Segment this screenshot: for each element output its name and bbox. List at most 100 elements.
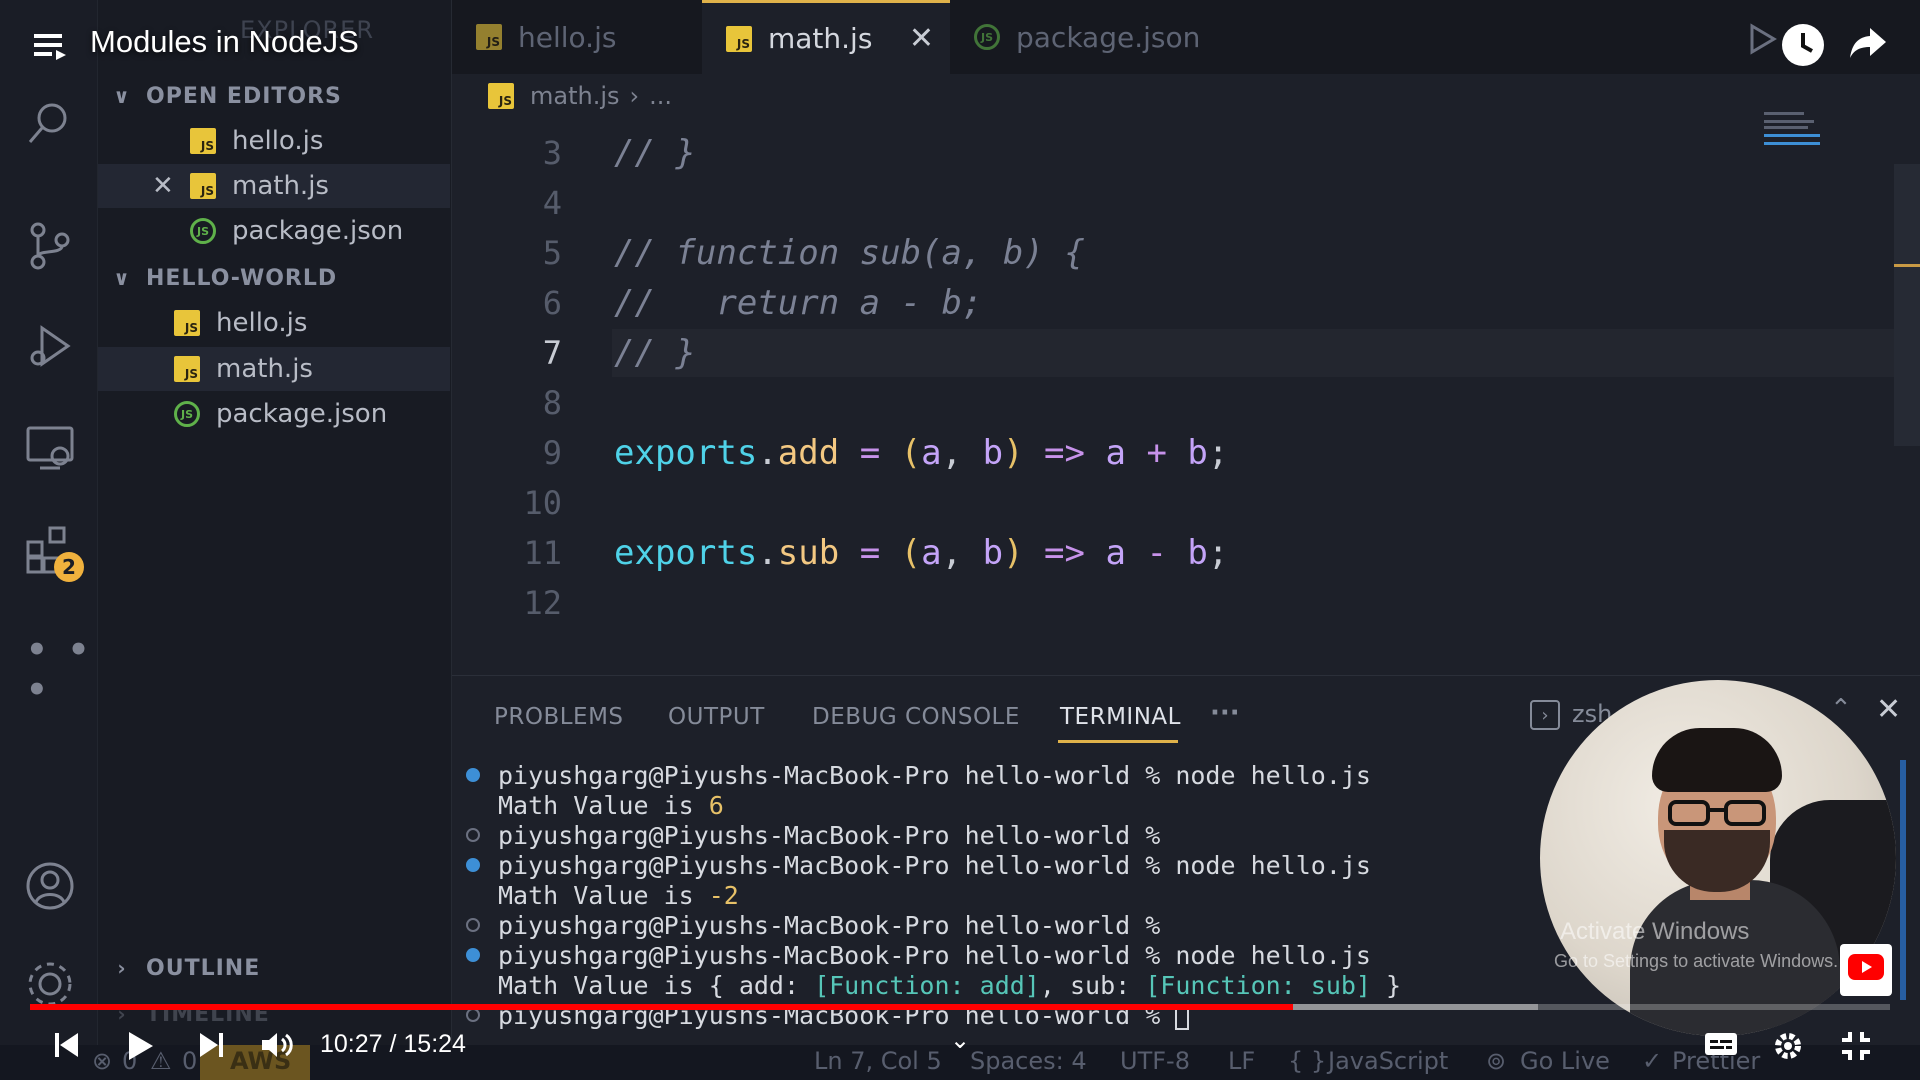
run-debug-icon[interactable]: [22, 318, 78, 374]
code-token: >: [1064, 433, 1085, 473]
warning-count[interactable]: 0: [182, 1047, 197, 1075]
chevron-down-icon[interactable]: ⌄: [950, 1026, 970, 1054]
more-icon[interactable]: ···: [1210, 698, 1240, 728]
minimap[interactable]: [1764, 112, 1844, 172]
code-line: 5 // function sub(a, b) {: [542, 233, 1085, 273]
terminal-icon[interactable]: ›: [1530, 700, 1560, 730]
code-token: ): [1003, 433, 1024, 473]
tab-debug-console[interactable]: DEBUG CONSOLE: [812, 704, 1020, 730]
next-icon[interactable]: [196, 1030, 226, 1060]
playlist-menu-icon[interactable]: [32, 28, 68, 64]
extensions-icon[interactable]: 2: [22, 522, 84, 582]
code-token: b: [982, 433, 1004, 473]
tab-math-js[interactable]: JS math.js ✕: [702, 0, 950, 74]
code-line: 9 exports.add = (a, b) => a + b;: [542, 433, 1229, 473]
error-icon[interactable]: ⊗: [92, 1047, 112, 1075]
js-file-icon: JS: [726, 25, 752, 52]
terminal-scrollbar[interactable]: [1900, 760, 1906, 1000]
close-icon[interactable]: ✕: [909, 21, 934, 56]
explorer-sidebar: EXPLORER ∨ OPEN EDITORS JS hello.js ✕ JS…: [98, 0, 452, 1045]
cursor-position[interactable]: Ln 7, Col 5: [814, 1047, 942, 1075]
command-idle-dot: [466, 918, 480, 932]
code-token: a: [1105, 433, 1126, 473]
video-title[interactable]: Modules in NodeJS: [90, 24, 359, 60]
command-success-dot: [466, 768, 480, 782]
open-editor-math-js[interactable]: ✕ JS math.js: [98, 164, 450, 208]
code-token: b: [1187, 433, 1208, 473]
account-icon[interactable]: [22, 858, 78, 914]
source-control-icon[interactable]: [22, 218, 78, 274]
video-time: 10:27 / 15:24: [320, 1030, 466, 1058]
js-file-icon: JS: [174, 356, 200, 382]
code-token: (: [900, 433, 922, 473]
active-tab-indicator: [1058, 740, 1178, 743]
glasses-icon: [1668, 800, 1766, 826]
outline-header[interactable]: › OUTLINE: [108, 948, 260, 988]
file-package-json[interactable]: JS package.json: [98, 392, 450, 436]
go-live[interactable]: Go Live: [1520, 1047, 1610, 1075]
code-line: 3 // }: [542, 133, 696, 173]
close-icon[interactable]: ✕: [152, 171, 174, 201]
file-math-js[interactable]: JS math.js: [98, 347, 450, 391]
remote-explorer-icon[interactable]: [22, 420, 78, 476]
editor-area: JS hello.js JS math.js ✕ JS package.json…: [452, 0, 1920, 675]
tab-hello-js[interactable]: JS hello.js: [452, 0, 702, 74]
open-editors-header[interactable]: ∨ OPEN EDITORS: [108, 76, 342, 116]
youtube-subscribe-icon[interactable]: [1840, 944, 1892, 996]
tab-terminal[interactable]: TERMINAL: [1060, 704, 1181, 730]
more-icon[interactable]: • • •: [26, 630, 97, 710]
close-icon[interactable]: ✕: [1876, 692, 1901, 727]
encoding[interactable]: UTF-8: [1120, 1047, 1190, 1075]
js-file-icon: JS: [174, 310, 200, 336]
code-token: add: [777, 433, 840, 473]
code-token: -: [1146, 533, 1167, 573]
tab-output[interactable]: OUTPUT: [668, 704, 765, 730]
open-editor-hello-js[interactable]: JS hello.js: [98, 119, 450, 163]
breadcrumb[interactable]: JS math.js › ...: [488, 76, 672, 116]
timeline-header[interactable]: › TIMELINE: [108, 994, 270, 1034]
code-token: (: [900, 533, 922, 573]
code-line: 10: [523, 484, 562, 522]
js-file-icon: JS: [190, 173, 216, 199]
workspace-header[interactable]: ∨ HELLO-WORLD: [108, 258, 337, 298]
run-icon[interactable]: [1748, 22, 1778, 56]
line-ending[interactable]: LF: [1228, 1047, 1255, 1075]
command-idle-dot: [466, 1008, 480, 1022]
captions-icon[interactable]: [1704, 1030, 1738, 1058]
code-token: a: [1105, 533, 1126, 573]
chevron-right-icon: ›: [629, 82, 640, 110]
file-hello-js[interactable]: JS hello.js: [98, 301, 450, 345]
volume-icon[interactable]: [260, 1030, 296, 1060]
play-icon[interactable]: [124, 1030, 156, 1062]
code-line: 8: [542, 384, 562, 422]
previous-icon[interactable]: [52, 1030, 82, 1060]
settings-icon[interactable]: [1772, 1030, 1804, 1062]
code-token: a: [921, 533, 942, 573]
tab-package-json[interactable]: JS package.json: [950, 0, 1240, 74]
command-idle-dot: [466, 828, 480, 842]
windows-watermark-title: Activate Windows: [1560, 918, 1750, 945]
progress-played: [30, 1004, 1293, 1010]
language-mode[interactable]: JavaScript: [1328, 1047, 1448, 1075]
watch-later-icon[interactable]: [1782, 24, 1824, 66]
presenter-hair: [1652, 728, 1782, 792]
share-icon[interactable]: [1848, 26, 1888, 60]
chevron-down-icon: ∨: [113, 84, 131, 108]
indentation[interactable]: Spaces: 4: [970, 1047, 1087, 1075]
open-editor-package-json[interactable]: JS package.json: [98, 209, 450, 253]
js-file-icon: JS: [476, 24, 502, 50]
code-token: b: [1187, 533, 1208, 573]
tab-problems[interactable]: PROBLEMS: [494, 704, 624, 730]
command-success-dot: [466, 858, 480, 872]
editor-scrollbar[interactable]: [1894, 164, 1920, 446]
js-file-icon: JS: [488, 83, 514, 109]
search-icon[interactable]: [22, 96, 78, 152]
windows-watermark-subtitle: Go to Settings to activate Windows.: [1554, 951, 1839, 971]
extensions-badge: 2: [54, 552, 84, 582]
chevron-up-icon[interactable]: ⌃: [1830, 694, 1852, 724]
exit-fullscreen-icon[interactable]: [1840, 1030, 1872, 1062]
command-success-dot: [466, 948, 480, 962]
code-token: =: [859, 433, 881, 473]
editor-tabs: JS hello.js JS math.js ✕ JS package.json: [452, 0, 1920, 74]
code-token: =: [1044, 533, 1065, 573]
